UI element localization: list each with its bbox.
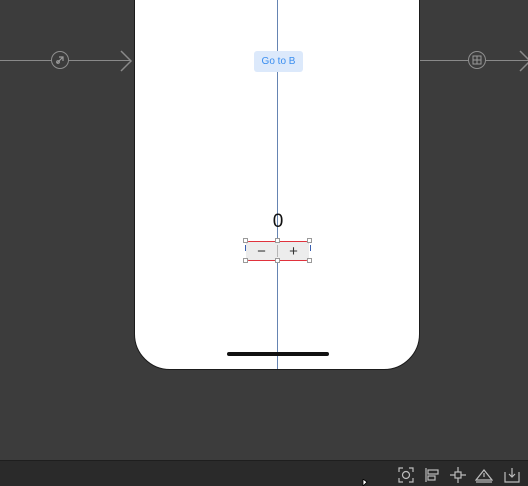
resize-handle-top-left[interactable]: [243, 238, 248, 243]
segue-arrow-right-icon: [519, 50, 528, 72]
resize-handle-top-right[interactable]: [307, 238, 312, 243]
stepper-increment[interactable]: +: [278, 242, 309, 260]
goto-b-button[interactable]: Go to B: [254, 51, 303, 72]
add-constraints-icon[interactable]: [449, 466, 467, 484]
resize-handle-bottom[interactable]: [275, 258, 280, 263]
resize-handle-bottom-right[interactable]: [307, 258, 312, 263]
mouse-cursor-icon: [362, 479, 368, 486]
storyboard-canvas[interactable]: Go to B 0 − +: [0, 0, 528, 460]
resolve-issues-icon[interactable]: [475, 466, 493, 484]
resize-handle-bottom-left[interactable]: [243, 258, 248, 263]
bottom-toolbar: [0, 460, 528, 486]
count-label[interactable]: 0: [265, 211, 291, 233]
segue-arrow-left-icon: [120, 50, 133, 72]
update-frames-icon[interactable]: [397, 466, 415, 484]
home-indicator: [227, 352, 329, 356]
resize-handle-top[interactable]: [275, 238, 280, 243]
constraint-right: [310, 245, 311, 251]
stepper-decrement[interactable]: −: [246, 242, 277, 260]
segue-embed-icon[interactable]: [468, 51, 486, 69]
constraint-left: [245, 245, 246, 251]
embed-in-icon[interactable]: [503, 466, 521, 484]
segue-show-icon[interactable]: [51, 51, 69, 69]
view-controller-scene[interactable]: Go to B 0 − +: [134, 0, 420, 370]
align-icon[interactable]: [423, 466, 441, 484]
